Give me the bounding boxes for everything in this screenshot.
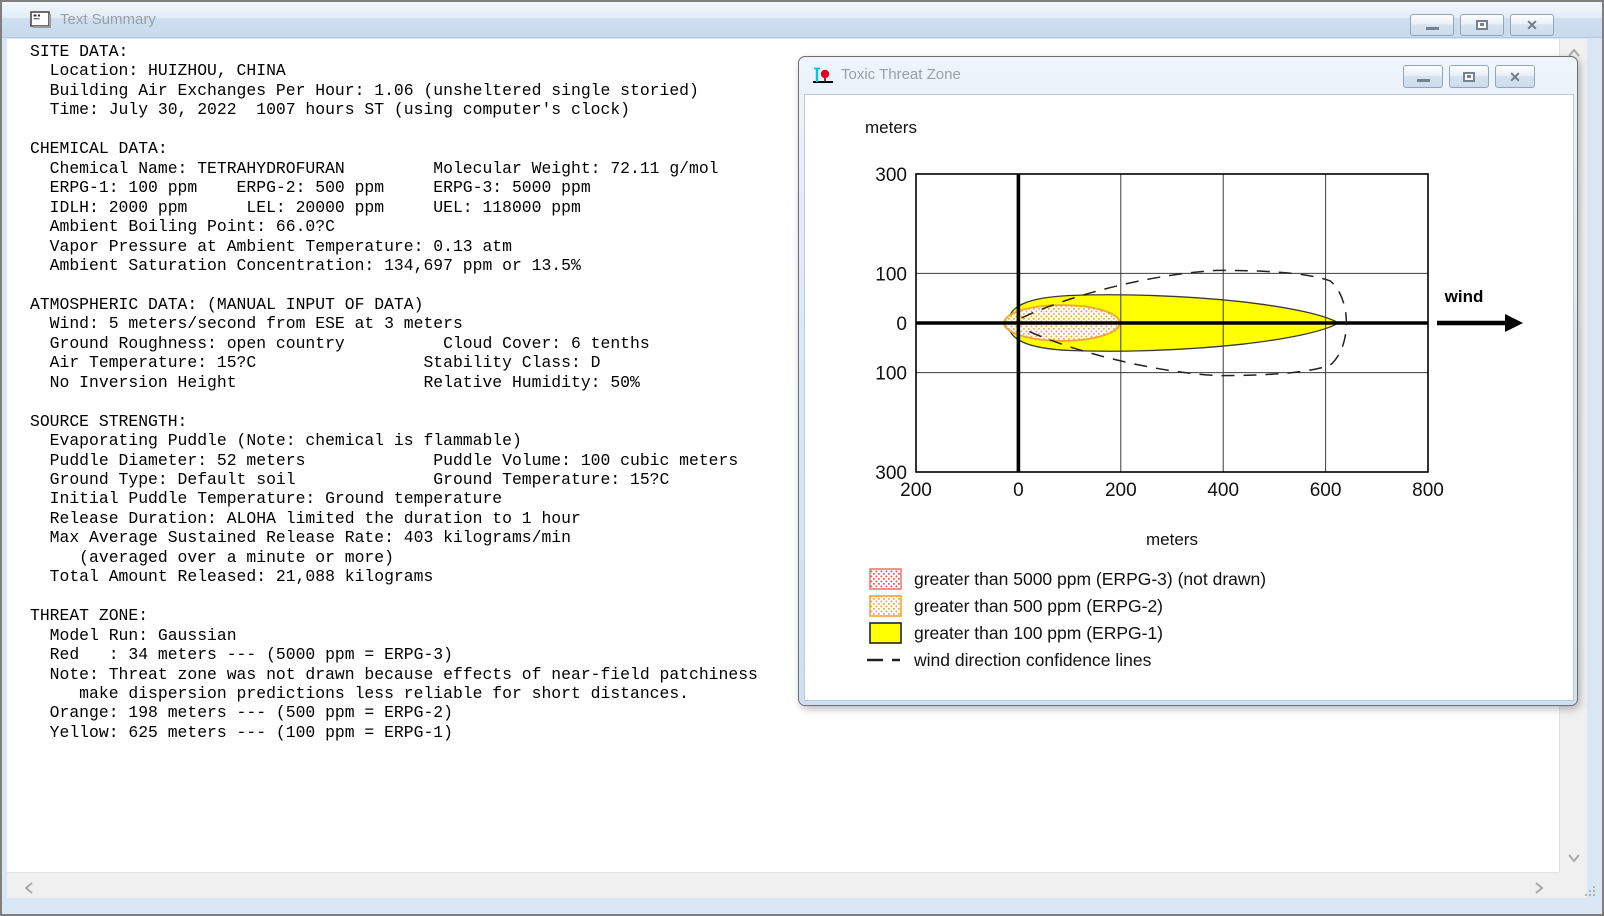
plot-legend: greater than 5000 ppm (ERPG-3) (not draw… (867, 568, 1266, 670)
plot-body: 200 0 200 400 600 8003001000100300 (875, 165, 1444, 501)
text-summary-report: SITE DATA: Location: HUIZHOU, CHINA Buil… (30, 42, 758, 742)
y-tick-label: 100 (875, 364, 907, 385)
scroll-down-icon[interactable] (1568, 854, 1580, 862)
ttz-maximize-icon (1463, 71, 1475, 82)
ttz-minimize-button[interactable] (1403, 65, 1443, 88)
threat-zone-icon (813, 67, 833, 83)
ttz-minimize-icon (1416, 78, 1430, 82)
legend-label-erpg3: greater than 5000 ppm (ERPG-3) (not draw… (914, 569, 1266, 589)
legend-label-erpg1: greater than 100 ppm (ERPG-1) (914, 623, 1163, 643)
scroll-left-icon[interactable] (25, 882, 33, 894)
ttz-maximize-button[interactable] (1449, 65, 1489, 88)
x-tick-label: 800 (1412, 480, 1444, 501)
scroll-right-icon[interactable] (1535, 882, 1543, 894)
x-tick-label: 600 (1310, 480, 1342, 501)
y-tick-label: 0 (896, 314, 907, 335)
y-tick-label: 100 (875, 264, 907, 285)
minimize-icon (1425, 27, 1439, 30)
legend-label-confidence: wind direction confidence lines (913, 650, 1152, 670)
toxic-threat-zone-title: Toxic Threat Zone (841, 66, 961, 83)
close-button[interactable]: ✕ (1510, 14, 1554, 36)
maximize-icon (1476, 20, 1488, 30)
toxic-threat-zone-window: Toxic Threat Zone ✕ meters meters 200 0 … (798, 56, 1578, 706)
close-icon: ✕ (1526, 17, 1538, 33)
aloha-app-window: Text Summary ✕ SITE DATA: Location: HUIZ… (0, 0, 1604, 916)
text-summary-title: Text Summary (60, 11, 156, 28)
x-tick-label: 200 (1105, 480, 1137, 501)
horizontal-scrollbar[interactable] (7, 872, 1559, 898)
ttz-close-icon: ✕ (1509, 68, 1521, 85)
x-axis-title: meters (1146, 530, 1198, 549)
y-axis-title: meters (865, 118, 917, 137)
y-tick-label: 300 (875, 165, 907, 186)
scrollbar-corner (1559, 872, 1587, 898)
legend-label-erpg2: greater than 500 ppm (ERPG-2) (914, 596, 1163, 616)
wind-label: wind (1444, 287, 1484, 306)
text-summary-titlebar[interactable]: Text Summary ✕ (2, 2, 1602, 38)
toxic-threat-zone-titlebar[interactable]: Toxic Threat Zone ✕ (799, 57, 1577, 94)
x-tick-label: 400 (1207, 480, 1239, 501)
x-tick-label: 0 (1013, 480, 1024, 501)
threat-zone-plot: meters meters 200 0 200 400 600 8003001000100… (865, 118, 1523, 670)
wind-arrow-icon (1437, 314, 1523, 332)
legend-swatch-erpg1-icon (869, 622, 902, 644)
threat-zone-plot-area: meters meters 200 0 200 400 600 800 300 100 0 100… (804, 94, 1574, 701)
resize-grip-icon[interactable] (1584, 886, 1596, 898)
minimize-button[interactable] (1410, 14, 1454, 36)
ttz-close-button[interactable]: ✕ (1495, 65, 1535, 88)
legend-swatch-erpg3-icon (869, 568, 902, 590)
text-summary-icon (30, 11, 51, 28)
legend-swatch-erpg2-icon (869, 595, 902, 617)
maximize-button[interactable] (1460, 14, 1504, 36)
y-tick-label: 300 (875, 463, 907, 484)
